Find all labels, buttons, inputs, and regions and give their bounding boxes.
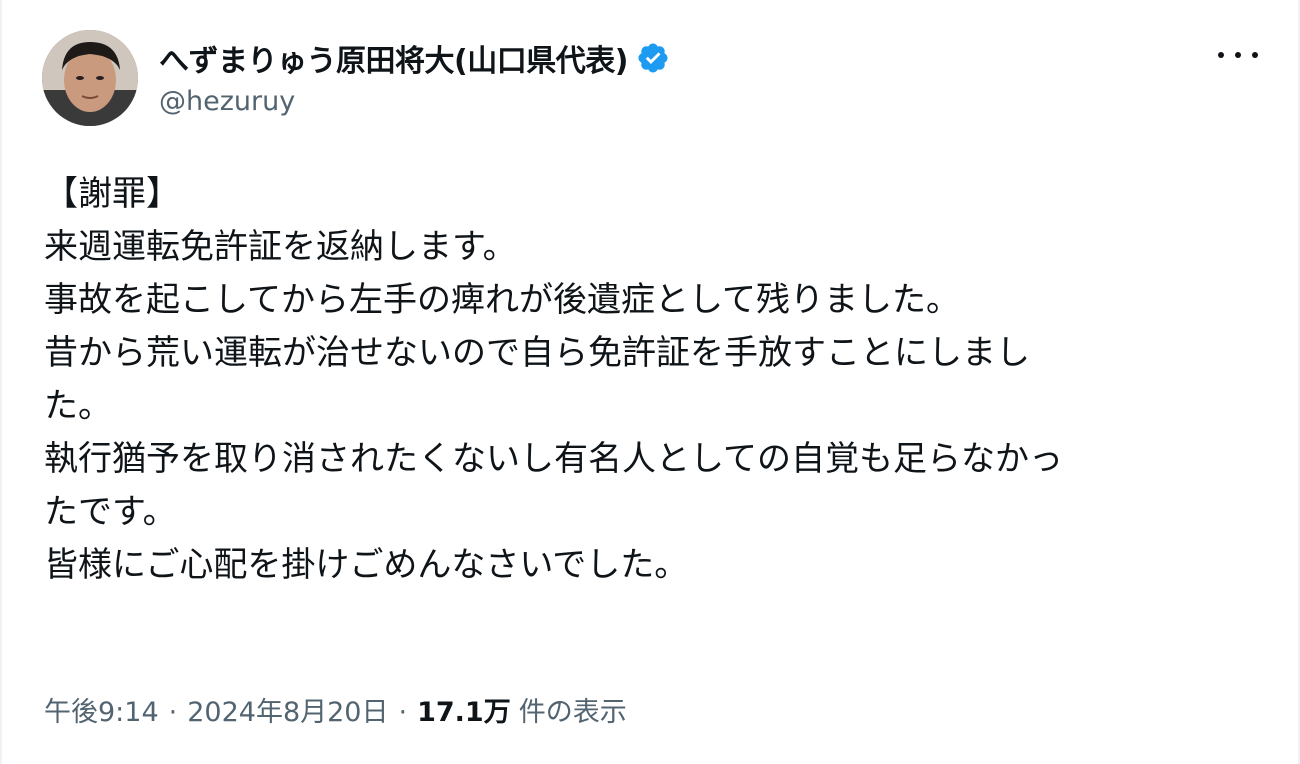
more-dot [1252,52,1258,58]
tweet-text: 【謝罪】 来週運転免許証を返納します。 事故を起こしてから左手の痺れが後遺症とし… [44,168,1264,592]
tweet-line: たです。 [44,492,177,532]
views-count[interactable]: 17.1万 [417,690,511,729]
more-dot [1218,52,1224,58]
avatar-image [42,30,138,126]
tweet-line: 執行猶予を取り消されたくないし有名人としての自覚も足らなかっ [44,439,1063,479]
more-dot [1235,52,1241,58]
avatar[interactable] [42,30,138,126]
views-label[interactable]: 件の表示 [519,690,627,729]
verified-badge-icon[interactable] [636,41,670,75]
meta-separator: · [168,697,178,728]
author-name-row[interactable]: へずまりゅう原田将大(山口県代表) [159,36,670,80]
tweet-meta: 午後9:14 · 2024年8月20日 · 17.1万 件の表示 [44,690,627,729]
meta-separator: · [398,697,408,728]
tweet-line: 昔から荒い運転が治せないので自ら免許証を手放すことにしまし [44,333,1030,373]
tweet-line: 皆様にご心配を掛けごめんなさいでした。 [44,545,689,585]
display-name[interactable]: へずまりゅう原田将大(山口県代表) [159,36,628,80]
tweet-date[interactable]: 2024年8月20日 [187,690,388,729]
tweet-line: 【謝罪】 [44,174,180,214]
user-handle[interactable]: @hezuruy [159,86,295,117]
tweet-line: 来週運転免許証を返納します。 [44,227,517,267]
more-options-icon[interactable] [1218,40,1258,70]
tweet-line: た。 [44,386,112,426]
tweet-time[interactable]: 午後9:14 [44,690,159,729]
tweet-line: 事故を起こしてから左手の痺れが後遺症として残りました。 [44,280,960,320]
tweet-card: へずまりゅう原田将大(山口県代表) @hezuruy 【謝罪】 来週運転免許証を… [0,0,1300,764]
